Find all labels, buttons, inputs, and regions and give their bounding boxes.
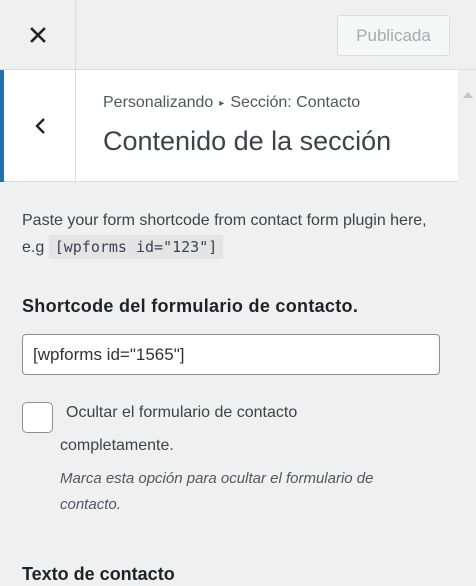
scrollbar[interactable] [458,70,476,586]
shortcode-input[interactable] [22,334,440,375]
hide-form-description: Marca esta opción para ocultar el formul… [60,470,374,513]
section-header: Personalizando ▸ Sección: Contacto Conteni… [0,70,476,182]
breadcrumb-parent: Personalizando [103,94,214,111]
chevron-left-icon [34,118,45,134]
close-icon [29,27,46,43]
publish-button[interactable]: Publicada [337,15,450,56]
breadcrumb-current: Sección: Contacto [230,94,361,111]
hide-form-checkbox[interactable] [22,402,53,433]
contact-text-label: Texto de contacto [22,564,175,584]
shortcode-field-label: Shortcode del formulario de contacto. [22,296,359,316]
section-title: Contenido de la sección [103,126,392,156]
example-shortcode: [wpforms id="123"] [48,235,224,259]
shortcode-description: Paste your form shortcode from contact f… [22,207,447,261]
hide-form-label-continued[interactable]: completamente. [60,437,174,455]
scroll-up-arrow-icon[interactable] [463,92,473,98]
customizer-header: Publicada [0,0,476,70]
back-button[interactable] [0,70,76,182]
close-button[interactable] [0,0,76,70]
breadcrumb-separator-icon: ▸ [219,98,225,109]
breadcrumb: Personalizando ▸ Sección: Contacto [103,94,360,112]
hide-form-label[interactable]: Ocultar el formulario de contacto [66,404,297,422]
